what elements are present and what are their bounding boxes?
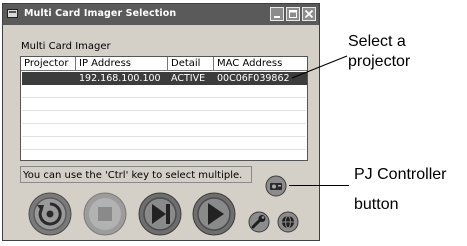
row-divider xyxy=(22,149,306,150)
maximize-icon xyxy=(289,10,297,18)
refresh-icon xyxy=(28,192,72,236)
column-header-detail[interactable]: Detail xyxy=(168,57,214,71)
status-message: You can use the 'Ctrl' key to select mul… xyxy=(20,166,252,183)
next-button[interactable] xyxy=(138,192,182,236)
play-button[interactable] xyxy=(192,192,236,236)
row-divider xyxy=(22,110,306,111)
callout-select-projector: Select a projector xyxy=(348,32,410,72)
stop-icon xyxy=(83,192,127,236)
stop-button[interactable] xyxy=(83,192,127,236)
title-bar[interactable]: Multi Card Imager Selection xyxy=(3,4,319,25)
maximize-button[interactable] xyxy=(286,7,300,21)
callout-line: PJ Controller xyxy=(354,166,447,183)
pj-controller-button[interactable] xyxy=(265,175,287,197)
window-title: Multi Card Imager Selection xyxy=(24,8,177,19)
close-icon xyxy=(304,9,314,19)
skip-next-icon xyxy=(138,192,182,236)
group-label: Multi Card Imager xyxy=(21,41,111,52)
column-header-projector[interactable]: Projector xyxy=(21,57,76,71)
help-button[interactable] xyxy=(277,211,299,233)
globe-icon xyxy=(277,211,299,233)
projector-list[interactable]: Projector IP Address Detail MAC Address … xyxy=(20,56,308,161)
cell-ip-address: 192.168.100.100 xyxy=(76,72,168,85)
minimize-icon xyxy=(274,16,280,18)
play-icon xyxy=(192,192,236,236)
refresh-button[interactable] xyxy=(28,192,72,236)
row-divider xyxy=(22,136,306,137)
callout-leader-line xyxy=(291,55,348,79)
wrench-icon xyxy=(248,211,270,233)
column-header-ip-address[interactable]: IP Address xyxy=(76,57,168,71)
multi-card-imager-window: Multi Card Imager Selection Multi Card I… xyxy=(2,3,320,241)
app-icon xyxy=(7,9,18,18)
row-divider xyxy=(22,97,306,98)
close-button[interactable] xyxy=(302,7,316,21)
projector-icon xyxy=(265,175,287,197)
callout-pj-controller: PJ Controller button xyxy=(354,165,446,215)
cell-projector xyxy=(22,72,76,85)
callout-line: button xyxy=(354,196,399,213)
row-divider xyxy=(22,123,306,124)
minimize-button[interactable] xyxy=(270,7,284,21)
cell-detail: ACTIVE xyxy=(168,72,214,85)
callout-line: Select a xyxy=(348,33,406,50)
callout-leader-line xyxy=(289,185,349,186)
callout-line: projector xyxy=(348,53,411,70)
tools-button[interactable] xyxy=(248,211,270,233)
